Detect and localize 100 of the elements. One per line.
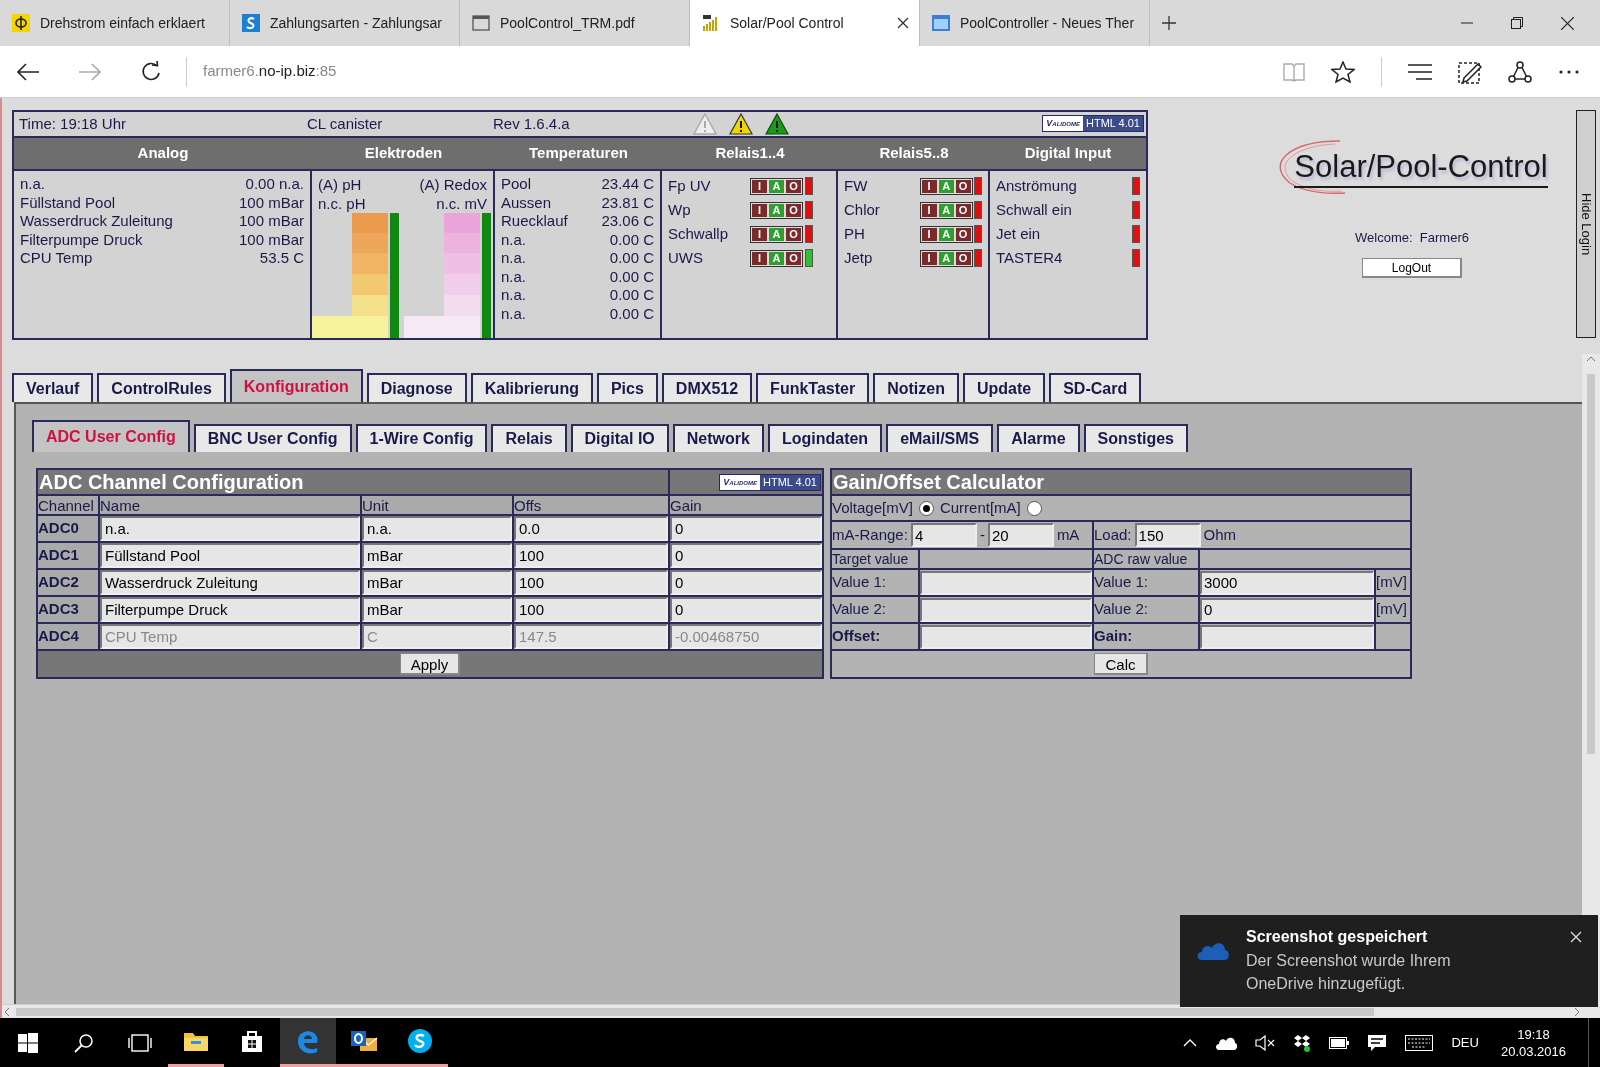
relay-mode-button[interactable]: I [920, 250, 938, 266]
input-field[interactable] [920, 570, 1092, 595]
field-label: Value 1: [1094, 572, 1148, 593]
input-field[interactable]: mBar [362, 597, 512, 622]
main-tab[interactable]: Update [962, 373, 1046, 402]
box-icon[interactable] [1293, 1033, 1312, 1052]
input-label: Schwall ein [996, 199, 1072, 220]
input-field[interactable]: 0.0 [514, 516, 668, 541]
calc-button[interactable]: Calc [1094, 653, 1148, 675]
close-icon[interactable] [897, 17, 909, 29]
main-tab[interactable]: Diagnose [366, 373, 467, 402]
main-tab[interactable]: DMX512 [661, 373, 753, 402]
input-field[interactable] [920, 624, 1092, 649]
sub-tab[interactable]: Sonstiges [1083, 424, 1188, 452]
relay-mode-button[interactable]: I [751, 250, 768, 266]
relay-mode-button[interactable]: I [920, 202, 938, 218]
sub-tab[interactable]: Relais [491, 424, 567, 452]
main-tab[interactable]: SD-Card [1049, 373, 1142, 402]
sub-tab[interactable]: eMail/SMS [886, 424, 994, 452]
share-icon[interactable] [1508, 59, 1532, 84]
taskbar-app[interactable] [280, 1018, 336, 1067]
input-field[interactable]: 100 [514, 570, 668, 595]
search-icon[interactable] [74, 1032, 94, 1053]
input-field[interactable]: Wasserdruck Zuleitung [100, 570, 360, 595]
field-label: Value 1: [832, 572, 886, 593]
windows-logo-icon[interactable] [18, 1032, 38, 1053]
new-tab-icon[interactable] [1161, 15, 1177, 31]
volume-muted-icon[interactable] [1255, 1034, 1276, 1051]
input-field[interactable]: 0 [670, 570, 822, 595]
input-label: Jet ein [996, 223, 1041, 244]
relay-mode-button[interactable]: O [785, 226, 802, 242]
input-field[interactable]: 20 [987, 523, 1054, 547]
relay-mode-button[interactable]: I [920, 226, 938, 242]
input-field[interactable]: 0 [670, 516, 822, 541]
pen-note-icon[interactable] [1458, 59, 1482, 84]
address-field[interactable]: farmer6.no-ip.biz:85 [203, 60, 337, 83]
input-field[interactable]: 4 [910, 523, 977, 547]
sub-tab[interactable]: Logindaten [767, 424, 883, 452]
input-field[interactable]: Filterpumpe Druck [100, 597, 360, 622]
input-field[interactable]: n.a. [100, 516, 360, 541]
input-field[interactable]: mBar [362, 543, 512, 568]
input-field[interactable]: 100 [514, 597, 668, 622]
input-field[interactable]: 100 [514, 543, 668, 568]
input-field[interactable]: 0 [670, 597, 822, 622]
input-field[interactable]: n.a. [362, 516, 512, 541]
sub-tab[interactable]: 1-Wire Config [355, 424, 488, 452]
clock[interactable]: 19:18 20.03.2016 [1496, 1025, 1570, 1060]
task-view-icon[interactable] [128, 1032, 152, 1053]
radio-button[interactable] [918, 500, 934, 516]
relay-mode-button[interactable]: I [751, 178, 768, 194]
input-field[interactable]: mBar [362, 570, 512, 595]
hub-icon[interactable] [1408, 62, 1432, 81]
horizontal-scrollbar[interactable] [2, 1004, 1582, 1018]
sub-tab[interactable]: Alarme [997, 424, 1080, 452]
restore-icon[interactable] [1511, 17, 1523, 29]
relay-mode-button[interactable]: I [751, 226, 768, 242]
folder-icon[interactable] [183, 1030, 209, 1052]
apply-button[interactable]: Apply [399, 653, 461, 675]
star-icon[interactable] [1331, 60, 1355, 83]
input-field[interactable]: 150 [1134, 523, 1201, 547]
mail-app-icon[interactable] [350, 1028, 378, 1054]
chevron-up-icon[interactable] [1183, 1038, 1198, 1047]
relay-mode-button[interactable]: I [751, 202, 768, 218]
back-icon[interactable] [16, 61, 40, 82]
main-tab[interactable]: Notizen [873, 373, 959, 402]
relay-mode-button[interactable]: O [785, 250, 802, 266]
scroll-up-icon[interactable] [1587, 356, 1595, 362]
scroll-left-icon[interactable] [4, 1007, 10, 1016]
browser-icon[interactable] [295, 1028, 321, 1054]
logout-button[interactable]: LogOut [1362, 257, 1462, 278]
shopping-bag-icon[interactable] [240, 1029, 264, 1053]
sub-tab[interactable]: BNC User Config [193, 424, 352, 452]
keyboard-icon[interactable] [1405, 1034, 1434, 1051]
input-field[interactable]: 0 [670, 543, 822, 568]
input-field[interactable] [1200, 624, 1374, 649]
radio-button[interactable] [1026, 500, 1042, 516]
browser-tab[interactable]: Solar/Pool Control [690, 0, 920, 46]
refresh-icon[interactable] [140, 60, 162, 83]
message-icon[interactable] [1367, 1033, 1388, 1052]
main-tab[interactable]: ControlRules [97, 373, 226, 402]
main-tab[interactable]: Kalibrierung [470, 373, 593, 402]
main-tab[interactable]: FunkTaster [756, 373, 870, 402]
relay-mode-button[interactable]: I [920, 178, 938, 194]
input-field[interactable]: Füllstand Pool [100, 543, 360, 568]
relay-mode-button[interactable]: O [785, 178, 802, 194]
input-field[interactable]: 0 [1200, 597, 1374, 622]
sub-tab[interactable]: Digital IO [570, 424, 669, 452]
main-tab[interactable]: Pics [596, 373, 658, 402]
main-tab[interactable]: Verlauf [12, 373, 94, 402]
temperature-label: Ruecklauf [501, 212, 568, 231]
input-field[interactable]: 3000 [1200, 570, 1374, 595]
relay-mode-button[interactable]: O [785, 202, 802, 218]
close-icon[interactable] [1561, 16, 1574, 30]
chat-app-icon[interactable] [407, 1028, 433, 1054]
sub-tab[interactable]: Network [672, 424, 764, 452]
hide-login-tab[interactable]: Hide Login [1576, 110, 1596, 338]
battery-icon[interactable] [1329, 1036, 1350, 1049]
more-icon[interactable] [1558, 68, 1580, 75]
input-field[interactable] [920, 597, 1092, 622]
language-indicator[interactable]: DEU [1451, 1032, 1479, 1053]
